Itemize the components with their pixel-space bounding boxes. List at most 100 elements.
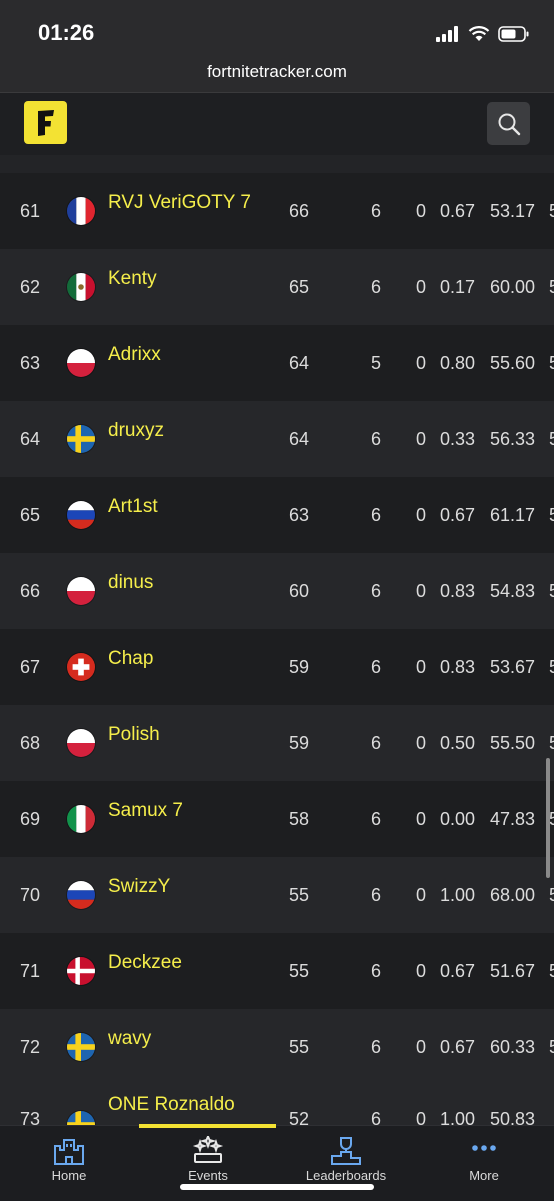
- stat-cell: 56.33: [490, 429, 536, 449]
- points-cell: 60: [289, 581, 310, 601]
- table-row[interactable]: 67Chap59600.8353.675: [0, 629, 554, 705]
- stat-cell: 6: [371, 885, 382, 905]
- logo-f-icon: [37, 109, 54, 136]
- stat-cell: 53.67: [490, 657, 536, 677]
- rank-cell: 61: [20, 201, 41, 221]
- player-name-link[interactable]: SwizzY: [108, 849, 170, 925]
- stat-cell: 0: [416, 885, 427, 905]
- rank-cell: 72: [20, 1037, 41, 1057]
- stat-cell: 47.83: [490, 809, 536, 829]
- points-cell: 63: [289, 505, 310, 525]
- stat-cell: 6: [371, 277, 382, 297]
- stat-cell: 54.83: [490, 581, 536, 601]
- address-bar-url[interactable]: fortnitetracker.com: [0, 62, 554, 82]
- stat-cell: 0: [416, 657, 427, 677]
- table-row[interactable]: 64druxyz64600.3356.335: [0, 401, 554, 477]
- leaderboard-table[interactable]: 61RVJ VeriGOTY 766600.6753.17562Kenty656…: [0, 155, 554, 1125]
- search-button[interactable]: [487, 102, 530, 145]
- rank-cell: 62: [20, 277, 41, 297]
- stat-cell: 5: [549, 933, 554, 1009]
- table-row[interactable]: 71Deckzee55600.6751.675: [0, 933, 554, 1009]
- stat-cell: 1.00: [440, 1109, 476, 1125]
- stat-cell: 5: [549, 477, 554, 553]
- player-name-link[interactable]: Adrixx: [108, 317, 161, 393]
- castle-icon: [54, 1139, 84, 1165]
- player-name-link[interactable]: druxyz: [108, 393, 164, 469]
- nav-home[interactable]: Home: [4, 1126, 134, 1201]
- status-bar: 01:26 fortnitetracker.com: [0, 0, 554, 93]
- table-row[interactable]: 69Samux 758600.0047.835: [0, 781, 554, 857]
- switzerland-flag-icon: [67, 653, 95, 681]
- stat-cell: 0: [416, 733, 427, 753]
- player-name-link[interactable]: Chap: [108, 621, 153, 697]
- stat-cell: 5: [549, 173, 554, 249]
- nav-events-label: Events: [188, 1168, 228, 1183]
- scrollbar[interactable]: [546, 758, 550, 878]
- stat-cell: 60.33: [490, 1037, 536, 1057]
- stat-cell: 5: [549, 1009, 554, 1085]
- search-icon: [498, 113, 520, 135]
- stat-cell: 0.17: [440, 277, 476, 297]
- stat-cell: 68.00: [490, 885, 536, 905]
- player-name-link[interactable]: wavy: [108, 1001, 151, 1077]
- player-name-link[interactable]: ONE Roznaldo: [108, 1085, 235, 1125]
- poland-flag-icon: [67, 577, 95, 605]
- stat-cell: 5: [549, 553, 554, 629]
- rank-cell: 67: [20, 657, 41, 677]
- table-row[interactable]: 61RVJ VeriGOTY 766600.6753.175: [0, 173, 554, 249]
- table-row[interactable]: 73 ONE Roznaldo 52 6 0 1.00 50.83: [0, 1085, 554, 1125]
- stat-cell: 50.83: [490, 1109, 536, 1125]
- denmark-flag-icon: [67, 957, 95, 985]
- battery-icon: [498, 26, 529, 42]
- table-row[interactable]: 65Art1st63600.6761.175: [0, 477, 554, 553]
- table-row[interactable]: 70SwizzY55601.0068.005: [0, 857, 554, 933]
- stat-cell: 6: [371, 1037, 382, 1057]
- stat-cell: 5: [549, 629, 554, 705]
- sweden-flag-icon: [67, 1033, 95, 1061]
- stat-cell: 6: [371, 809, 382, 829]
- stat-cell: 0: [416, 581, 427, 601]
- points-cell: 52: [289, 1109, 310, 1125]
- stat-cell: 55.50: [490, 733, 536, 753]
- player-name-link[interactable]: Kenty: [108, 241, 157, 317]
- player-name-link[interactable]: Art1st: [108, 469, 158, 545]
- table-row[interactable]: 68Polish59600.5055.505: [0, 705, 554, 781]
- stat-cell: 51.67: [490, 961, 536, 981]
- previous-row-edge: [0, 155, 554, 173]
- player-name-link[interactable]: dinus: [108, 545, 153, 621]
- player-name-link[interactable]: Samux 7: [108, 773, 183, 849]
- nav-more-label: More: [469, 1168, 499, 1183]
- table-row[interactable]: 72wavy55600.6760.335: [0, 1009, 554, 1085]
- stat-cell: 6: [371, 961, 382, 981]
- stat-cell: 60.00: [490, 277, 536, 297]
- table-row[interactable]: 62Kenty65600.1760.005: [0, 249, 554, 325]
- stat-cell: 0.67: [440, 505, 476, 525]
- stat-cell: 5: [549, 249, 554, 325]
- table-row[interactable]: 63Adrixx64500.8055.605: [0, 325, 554, 401]
- rank-cell: 68: [20, 733, 41, 753]
- stat-cell: 5: [549, 401, 554, 477]
- stat-cell: 0: [416, 353, 427, 373]
- stat-cell: 0: [416, 429, 427, 449]
- rank-cell: 70: [20, 885, 41, 905]
- stat-cell: 6: [371, 581, 382, 601]
- stat-cell: 0: [416, 201, 427, 221]
- nav-more[interactable]: More: [419, 1126, 549, 1201]
- player-name-link[interactable]: Polish: [108, 697, 160, 773]
- fortnite-tracker-logo[interactable]: [24, 101, 67, 144]
- mexico-flag-icon: [67, 273, 95, 301]
- podium-stars-icon: [192, 1136, 224, 1163]
- france-flag-icon: [67, 197, 95, 225]
- stat-cell: 0: [416, 809, 427, 829]
- home-indicator[interactable]: [180, 1184, 374, 1190]
- stat-cell: 0.67: [440, 961, 476, 981]
- player-name-link[interactable]: Deckzee: [108, 925, 182, 1001]
- points-cell: 58: [289, 809, 310, 829]
- rank-cell: 64: [20, 429, 41, 449]
- stat-cell: 53.17: [490, 201, 536, 221]
- table-row[interactable]: 66dinus60600.8354.835: [0, 553, 554, 629]
- stat-cell: 0: [416, 1109, 427, 1125]
- player-name-link[interactable]: RVJ VeriGOTY 7: [108, 165, 251, 241]
- stat-cell: 6: [371, 429, 382, 449]
- more-dots-icon: [472, 1145, 496, 1151]
